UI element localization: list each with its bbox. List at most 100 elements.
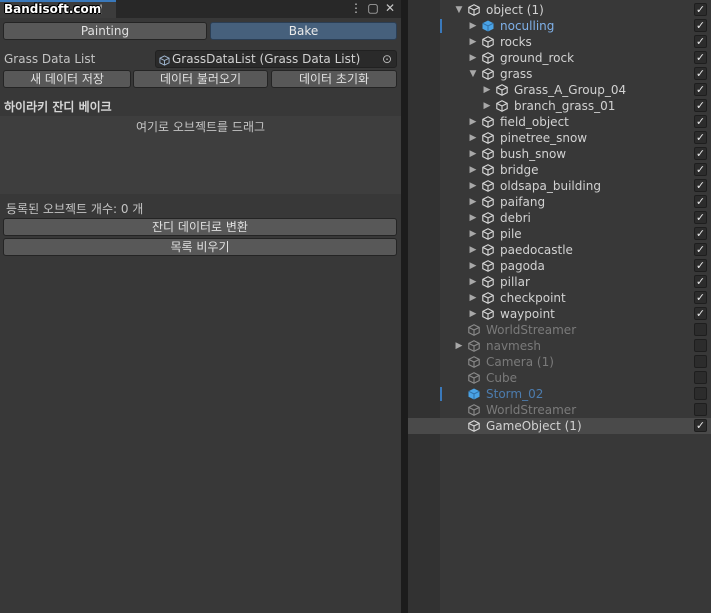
- panel-divider[interactable]: [401, 0, 408, 613]
- active-toggle-checkbox[interactable]: ✓: [694, 211, 707, 224]
- hierarchy-row[interactable]: WorldStreamer: [408, 402, 711, 418]
- active-toggle-checkbox[interactable]: [694, 355, 707, 368]
- clear-list-button[interactable]: 목록 비우기: [3, 238, 397, 256]
- bake-tab-button[interactable]: Bake: [210, 22, 397, 40]
- expand-arrow-right-icon[interactable]: ▶: [468, 34, 478, 50]
- hierarchy-row[interactable]: ▶ paedocastle ✓: [408, 242, 711, 258]
- menu-icon[interactable]: ⋮: [349, 1, 363, 15]
- reset-data-button[interactable]: 데이터 초기화: [271, 70, 397, 88]
- hierarchy-row[interactable]: ▶ oldsapa_building ✓: [408, 178, 711, 194]
- active-toggle-checkbox[interactable]: ✓: [694, 195, 707, 208]
- load-data-button[interactable]: 데이터 불러오기: [133, 70, 268, 88]
- hierarchy-row[interactable]: ▶ debri ✓: [408, 210, 711, 226]
- active-toggle-checkbox[interactable]: [694, 403, 707, 416]
- section-title: 하이라키 잔디 베이크: [4, 100, 112, 114]
- maximize-icon[interactable]: ▢: [366, 1, 380, 15]
- gameobject-cube-icon: [482, 244, 494, 256]
- hierarchy-row[interactable]: ▶ paifang ✓: [408, 194, 711, 210]
- hierarchy-row-label: paifang: [500, 195, 546, 209]
- expand-arrow-right-icon[interactable]: ▶: [468, 194, 478, 210]
- active-toggle-checkbox[interactable]: ✓: [694, 259, 707, 272]
- active-toggle-checkbox[interactable]: ✓: [694, 291, 707, 304]
- active-toggle-checkbox[interactable]: ✓: [694, 275, 707, 288]
- active-toggle-checkbox[interactable]: [694, 323, 707, 336]
- hierarchy-row[interactable]: ▶ noculling ✓: [408, 18, 711, 34]
- hierarchy-row[interactable]: Storm_02: [408, 386, 711, 402]
- active-toggle-checkbox[interactable]: ✓: [694, 115, 707, 128]
- painting-tab-button[interactable]: Painting: [3, 22, 207, 40]
- active-toggle-checkbox[interactable]: ✓: [694, 19, 707, 32]
- active-toggle-checkbox[interactable]: ✓: [694, 227, 707, 240]
- expand-arrow-right-icon[interactable]: ▶: [468, 178, 478, 194]
- hierarchy-row[interactable]: Camera (1): [408, 354, 711, 370]
- expand-arrow-right-icon[interactable]: ▶: [468, 130, 478, 146]
- expand-arrow-right-icon[interactable]: ▶: [468, 18, 478, 34]
- hierarchy-row[interactable]: ▶ bridge ✓: [408, 162, 711, 178]
- hierarchy-row[interactable]: WorldStreamer: [408, 322, 711, 338]
- active-toggle-checkbox[interactable]: ✓: [694, 179, 707, 192]
- hierarchy-row[interactable]: ▶ Grass_A_Group_04 ✓: [408, 82, 711, 98]
- expand-arrow-right-icon[interactable]: ▶: [482, 98, 492, 114]
- expand-arrow-right-icon[interactable]: ▶: [468, 226, 478, 242]
- hierarchy-row[interactable]: Cube: [408, 370, 711, 386]
- gameobject-cube-icon: [482, 292, 494, 304]
- hierarchy-row[interactable]: ▶ field_object ✓: [408, 114, 711, 130]
- expand-arrow-right-icon[interactable]: ▶: [468, 50, 478, 66]
- hierarchy-row-label: Storm_02: [486, 387, 544, 401]
- active-toggle-checkbox[interactable]: [694, 387, 707, 400]
- hierarchy-row-label: debri: [500, 211, 531, 225]
- active-toggle-checkbox[interactable]: [694, 371, 707, 384]
- hierarchy-row-label: branch_grass_01: [514, 99, 616, 113]
- expand-arrow-right-icon[interactable]: ▶: [482, 82, 492, 98]
- active-toggle-checkbox[interactable]: ✓: [694, 163, 707, 176]
- active-toggle-checkbox[interactable]: [694, 339, 707, 352]
- active-toggle-checkbox[interactable]: ✓: [694, 147, 707, 160]
- active-toggle-checkbox[interactable]: ✓: [694, 3, 707, 16]
- grass-data-label: Grass Data List: [4, 52, 96, 66]
- grass-data-field[interactable]: GrassDataList (Grass Data List) ⊙: [155, 50, 397, 68]
- expand-arrow-down-icon[interactable]: ▼: [468, 66, 478, 82]
- expand-arrow-right-icon[interactable]: ▶: [468, 258, 478, 274]
- expand-arrow-down-icon[interactable]: ▼: [454, 2, 464, 18]
- active-toggle-checkbox[interactable]: ✓: [694, 307, 707, 320]
- convert-to-grass-button[interactable]: 잔디 데이터로 변환: [3, 218, 397, 236]
- hierarchy-row[interactable]: ▶ navmesh: [408, 338, 711, 354]
- hierarchy-row[interactable]: ▶ ground_rock ✓: [408, 50, 711, 66]
- active-toggle-checkbox[interactable]: ✓: [694, 131, 707, 144]
- active-toggle-checkbox[interactable]: ✓: [694, 99, 707, 112]
- expand-arrow-right-icon[interactable]: ▶: [468, 306, 478, 322]
- hierarchy-row[interactable]: ▼ object (1) ✓: [408, 2, 711, 18]
- active-toggle-checkbox[interactable]: ✓: [694, 243, 707, 256]
- active-toggle-checkbox[interactable]: ✓: [694, 51, 707, 64]
- expand-arrow-right-icon[interactable]: ▶: [454, 338, 464, 354]
- hierarchy-row[interactable]: ▶ waypoint ✓: [408, 306, 711, 322]
- hierarchy-row[interactable]: ▶ branch_grass_01 ✓: [408, 98, 711, 114]
- hierarchy-row-label: Grass_A_Group_04: [514, 83, 627, 97]
- object-picker-icon[interactable]: ⊙: [382, 51, 392, 67]
- hierarchy-row[interactable]: ▶ rocks ✓: [408, 34, 711, 50]
- expand-arrow-right-icon[interactable]: ▶: [468, 274, 478, 290]
- hierarchy-row[interactable]: ▶ pinetree_snow ✓: [408, 130, 711, 146]
- gameobject-cube-icon: [482, 260, 494, 272]
- hierarchy-row[interactable]: ▼ grass ✓: [408, 66, 711, 82]
- drop-area[interactable]: 여기로 오브젝트를 드래그: [0, 116, 401, 194]
- active-toggle-checkbox[interactable]: ✓: [694, 419, 707, 432]
- gameobject-cube-icon: [482, 68, 494, 80]
- expand-arrow-right-icon[interactable]: ▶: [468, 162, 478, 178]
- expand-arrow-right-icon[interactable]: ▶: [468, 210, 478, 226]
- hierarchy-row[interactable]: ▶ pillar ✓: [408, 274, 711, 290]
- active-toggle-checkbox[interactable]: ✓: [694, 35, 707, 48]
- hierarchy-row[interactable]: GameObject (1) ✓: [408, 418, 711, 434]
- hierarchy-row[interactable]: ▶ checkpoint ✓: [408, 290, 711, 306]
- active-toggle-checkbox[interactable]: ✓: [694, 67, 707, 80]
- active-toggle-checkbox[interactable]: ✓: [694, 83, 707, 96]
- expand-arrow-right-icon[interactable]: ▶: [468, 242, 478, 258]
- save-new-data-button[interactable]: 새 데이터 저장: [3, 70, 131, 88]
- expand-arrow-right-icon[interactable]: ▶: [468, 290, 478, 306]
- expand-arrow-right-icon[interactable]: ▶: [468, 146, 478, 162]
- close-icon[interactable]: ✕: [383, 1, 397, 15]
- expand-arrow-right-icon[interactable]: ▶: [468, 114, 478, 130]
- hierarchy-row[interactable]: ▶ pagoda ✓: [408, 258, 711, 274]
- hierarchy-row[interactable]: ▶ pile ✓: [408, 226, 711, 242]
- hierarchy-row[interactable]: ▶ bush_snow ✓: [408, 146, 711, 162]
